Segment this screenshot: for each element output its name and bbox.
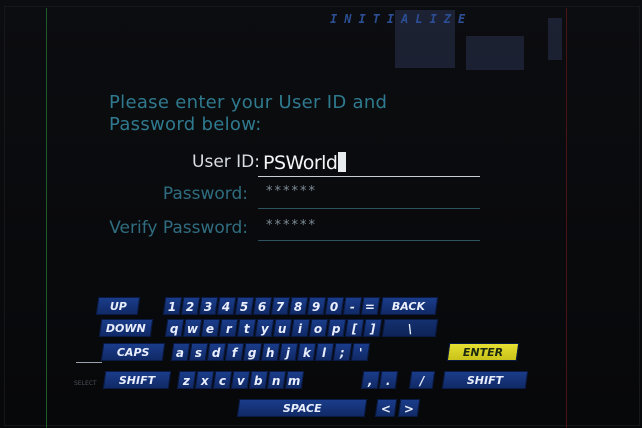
- key-period[interactable]: .: [378, 371, 399, 389]
- key-i[interactable]: i: [290, 319, 311, 337]
- key-5[interactable]: 5: [234, 297, 255, 315]
- key-left-arrow[interactable]: <: [374, 399, 398, 417]
- key-3[interactable]: 3: [198, 297, 219, 315]
- key-semicolon[interactable]: ;: [332, 343, 353, 361]
- key-w[interactable]: w: [182, 319, 203, 337]
- key-shift-right[interactable]: SHIFT: [441, 371, 529, 389]
- key-o[interactable]: o: [308, 319, 329, 337]
- keyboard-side-line: [76, 362, 102, 363]
- key-a[interactable]: a: [170, 343, 191, 361]
- key-down[interactable]: DOWN: [98, 319, 154, 337]
- key-enter[interactable]: ENTER: [446, 343, 520, 361]
- key-caps[interactable]: CAPS: [100, 343, 166, 361]
- key-n[interactable]: n: [266, 371, 287, 389]
- key-quote[interactable]: ': [350, 343, 371, 361]
- key-u[interactable]: u: [272, 319, 293, 337]
- key-b[interactable]: b: [248, 371, 269, 389]
- key-back[interactable]: BACK: [379, 297, 439, 315]
- key-slash[interactable]: /: [408, 371, 436, 389]
- key-q[interactable]: q: [164, 319, 185, 337]
- key-z[interactable]: z: [176, 371, 197, 389]
- keyboard-side-label: SELECT: [74, 380, 97, 387]
- key-1[interactable]: 1: [162, 297, 183, 315]
- key-right-bracket[interactable]: ]: [362, 319, 383, 337]
- key-p[interactable]: p: [326, 319, 347, 337]
- key-4[interactable]: 4: [216, 297, 237, 315]
- onscreen-keyboard: SELECT UP 1 2 3 4 5 6 7 8 9 0 - = BACK D…: [0, 0, 642, 428]
- key-left-bracket[interactable]: [: [344, 319, 365, 337]
- key-9[interactable]: 9: [306, 297, 327, 315]
- key-e[interactable]: e: [200, 319, 221, 337]
- key-right-arrow[interactable]: >: [397, 399, 421, 417]
- key-t[interactable]: t: [236, 319, 257, 337]
- key-l[interactable]: l: [314, 343, 335, 361]
- key-v[interactable]: v: [230, 371, 251, 389]
- key-space[interactable]: SPACE: [236, 399, 368, 417]
- key-comma[interactable]: ,: [360, 371, 381, 389]
- key-f[interactable]: f: [224, 343, 245, 361]
- key-s[interactable]: s: [188, 343, 209, 361]
- key-h[interactable]: h: [260, 343, 281, 361]
- key-6[interactable]: 6: [252, 297, 273, 315]
- key-d[interactable]: d: [206, 343, 227, 361]
- key-g[interactable]: g: [242, 343, 263, 361]
- key-m[interactable]: m: [284, 371, 305, 389]
- key-r[interactable]: r: [218, 319, 239, 337]
- key-k[interactable]: k: [296, 343, 317, 361]
- key-backslash[interactable]: \: [381, 319, 439, 337]
- key-8[interactable]: 8: [288, 297, 309, 315]
- key-x[interactable]: x: [194, 371, 215, 389]
- key-shift-left[interactable]: SHIFT: [102, 371, 172, 389]
- key-2[interactable]: 2: [180, 297, 201, 315]
- key-equals[interactable]: =: [360, 297, 381, 315]
- login-screen: INITIALIZE Please enter your User ID and…: [0, 0, 642, 428]
- key-c[interactable]: c: [212, 371, 233, 389]
- key-0[interactable]: 0: [324, 297, 345, 315]
- key-minus[interactable]: -: [342, 297, 363, 315]
- key-j[interactable]: j: [278, 343, 299, 361]
- key-y[interactable]: y: [254, 319, 275, 337]
- key-7[interactable]: 7: [270, 297, 291, 315]
- key-up[interactable]: UP: [95, 297, 141, 315]
